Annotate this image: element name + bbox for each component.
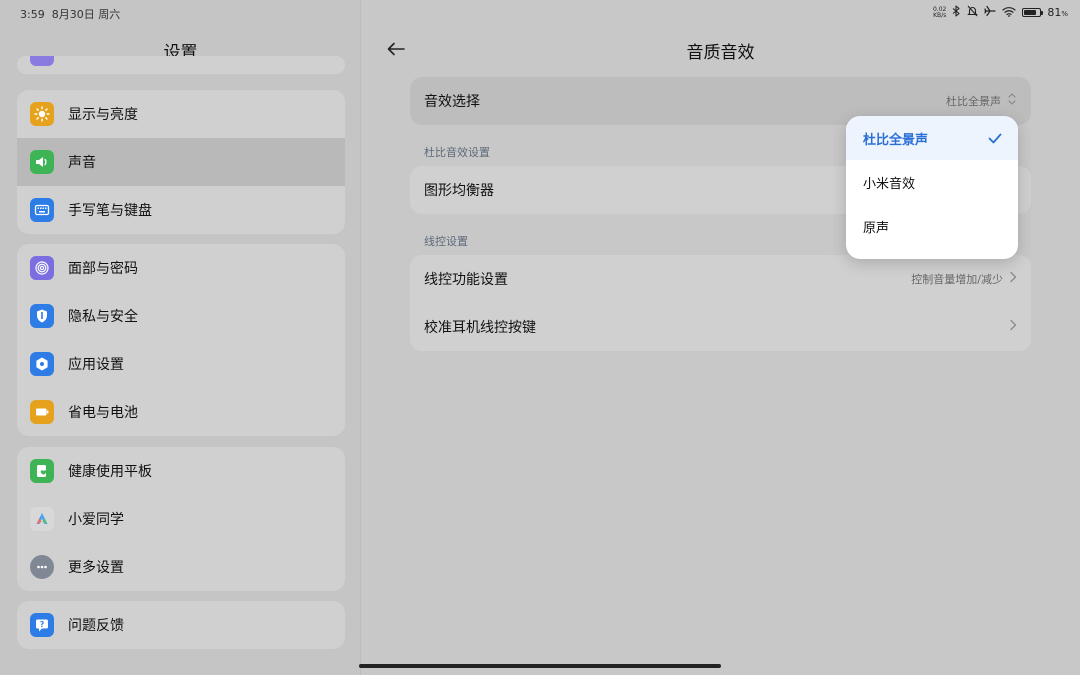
sidebar-item-face-password[interactable]: 面部与密码 <box>17 244 345 292</box>
status-icons: 0.02 KB/s 81% <box>933 5 1068 20</box>
sidebar-item-label: 声音 <box>68 155 96 171</box>
sidebar-group-1: 显示与亮度 声音 手写笔与键盘 <box>17 90 345 234</box>
wire-function-label: 线控功能设置 <box>424 272 508 288</box>
option-dolby-atmos[interactable]: 杜比全景声 <box>846 116 1018 160</box>
option-label: 小米音效 <box>863 176 916 192</box>
sun-icon <box>30 102 54 126</box>
battery-status-icon <box>1022 8 1044 17</box>
calibrate-wire-row[interactable]: 校准耳机线控按键 <box>410 303 1031 351</box>
sidebar-item-xiaoai[interactable]: 小爱同学 <box>17 495 345 543</box>
sidebar-item-feedback[interactable]: ? 问题反馈 <box>17 601 345 649</box>
network-rate: 0.02 KB/s <box>932 5 947 19</box>
fingerprint-icon <box>30 256 54 280</box>
status-time: 3:59 8月30日 周六 <box>20 8 121 21</box>
sidebar-item-label: 应用设置 <box>68 357 124 373</box>
section-label-wire: 线控设置 <box>424 235 468 248</box>
feedback-icon: ? <box>30 613 54 637</box>
battery-icon <box>30 400 54 424</box>
sidebar-item-keyboard[interactable]: 手写笔与键盘 <box>17 186 345 234</box>
sidebar-item-privacy[interactable]: 隐私与安全 <box>17 292 345 340</box>
keyboard-icon <box>30 198 54 222</box>
sidebar-item-label: 问题反馈 <box>68 618 124 634</box>
chevron-right-icon <box>1009 271 1017 287</box>
option-label: 杜比全景声 <box>863 132 929 148</box>
wire-function-row[interactable]: 线控功能设置 控制音量增加/减少 <box>410 255 1031 303</box>
sidebar-item-label: 面部与密码 <box>68 261 138 277</box>
mute-bell-icon <box>967 5 979 20</box>
sidebar-item-sound[interactable]: 声音 <box>17 138 345 186</box>
more-icon <box>30 555 54 579</box>
sidebar-item-label: 健康使用平板 <box>68 464 152 480</box>
section-label-dolby: 杜比音效设置 <box>424 146 490 159</box>
page-title: 音质音效 <box>686 43 755 63</box>
updown-chevron-icon <box>1007 92 1017 110</box>
partial-item-icon <box>30 56 54 66</box>
speaker-icon <box>30 150 54 174</box>
checkmark-icon <box>988 116 1002 160</box>
sidebar-item-label: 隐私与安全 <box>68 309 138 325</box>
sidebar-item-more-settings[interactable]: 更多设置 <box>17 543 345 591</box>
health-icon <box>30 459 54 483</box>
svg-text:?: ? <box>40 620 44 629</box>
sidebar-item-battery[interactable]: 省电与电池 <box>17 388 345 436</box>
screen: 3:59 8月30日 周六 设置 显示与亮度 声音 手写笔与键盘 面部与密码 隐… <box>0 0 1080 675</box>
battery-fill <box>1024 10 1037 15</box>
option-original-sound[interactable]: 原声 <box>846 204 1018 248</box>
sidebar-item-apps[interactable]: 应用设置 <box>17 340 345 388</box>
wire-function-value: 控制音量增加/减少 <box>911 273 1003 286</box>
sidebar-item-label: 省电与电池 <box>68 405 138 421</box>
sidebar-group-top <box>17 56 345 74</box>
graphic-eq-label: 图形均衡器 <box>424 183 494 199</box>
sidebar-item-display[interactable]: 显示与亮度 <box>17 90 345 138</box>
sidebar-item-health[interactable]: 健康使用平板 <box>17 447 345 495</box>
sidebar-group-2: 面部与密码 隐私与安全 应用设置 省电与电池 <box>17 244 345 436</box>
sidebar-item-label: 小爱同学 <box>68 512 124 528</box>
option-xiaomi-sound[interactable]: 小米音效 <box>846 160 1018 204</box>
option-label: 原声 <box>863 220 890 236</box>
app-icon <box>30 352 54 376</box>
shield-icon <box>30 304 54 328</box>
bluetooth-icon <box>952 5 961 20</box>
settings-sidebar: 3:59 8月30日 周六 设置 显示与亮度 声音 手写笔与键盘 面部与密码 隐… <box>0 0 361 675</box>
sidebar-item-label: 显示与亮度 <box>68 107 138 123</box>
effect-select-label: 音效选择 <box>424 94 480 110</box>
effect-select-value: 杜比全景声 <box>946 95 1001 108</box>
sidebar-item-label: 手写笔与键盘 <box>68 203 152 219</box>
wifi-icon <box>1002 6 1016 20</box>
sound-effects-pane: 音质音效 音效选择 杜比全景声 杜比音效设置 图形均衡器 线控设置 线控功能设置… <box>361 0 1080 675</box>
xiaoai-icon <box>30 507 54 531</box>
sidebar-group-3: 健康使用平板 小爱同学 更多设置 <box>17 447 345 591</box>
sidebar-item-label: 更多设置 <box>68 560 124 576</box>
calibrate-wire-label: 校准耳机线控按键 <box>424 320 536 336</box>
chevron-right-icon <box>1009 319 1017 335</box>
battery-percent: 81% <box>1047 6 1068 19</box>
airplane-icon <box>984 5 996 20</box>
home-indicator[interactable] <box>359 664 721 668</box>
wire-control-card: 线控功能设置 控制音量增加/减少 校准耳机线控按键 <box>410 255 1031 351</box>
effect-options-popup: 杜比全景声 小米音效 原声 <box>846 116 1018 259</box>
sidebar-group-4: ? 问题反馈 <box>17 601 345 649</box>
